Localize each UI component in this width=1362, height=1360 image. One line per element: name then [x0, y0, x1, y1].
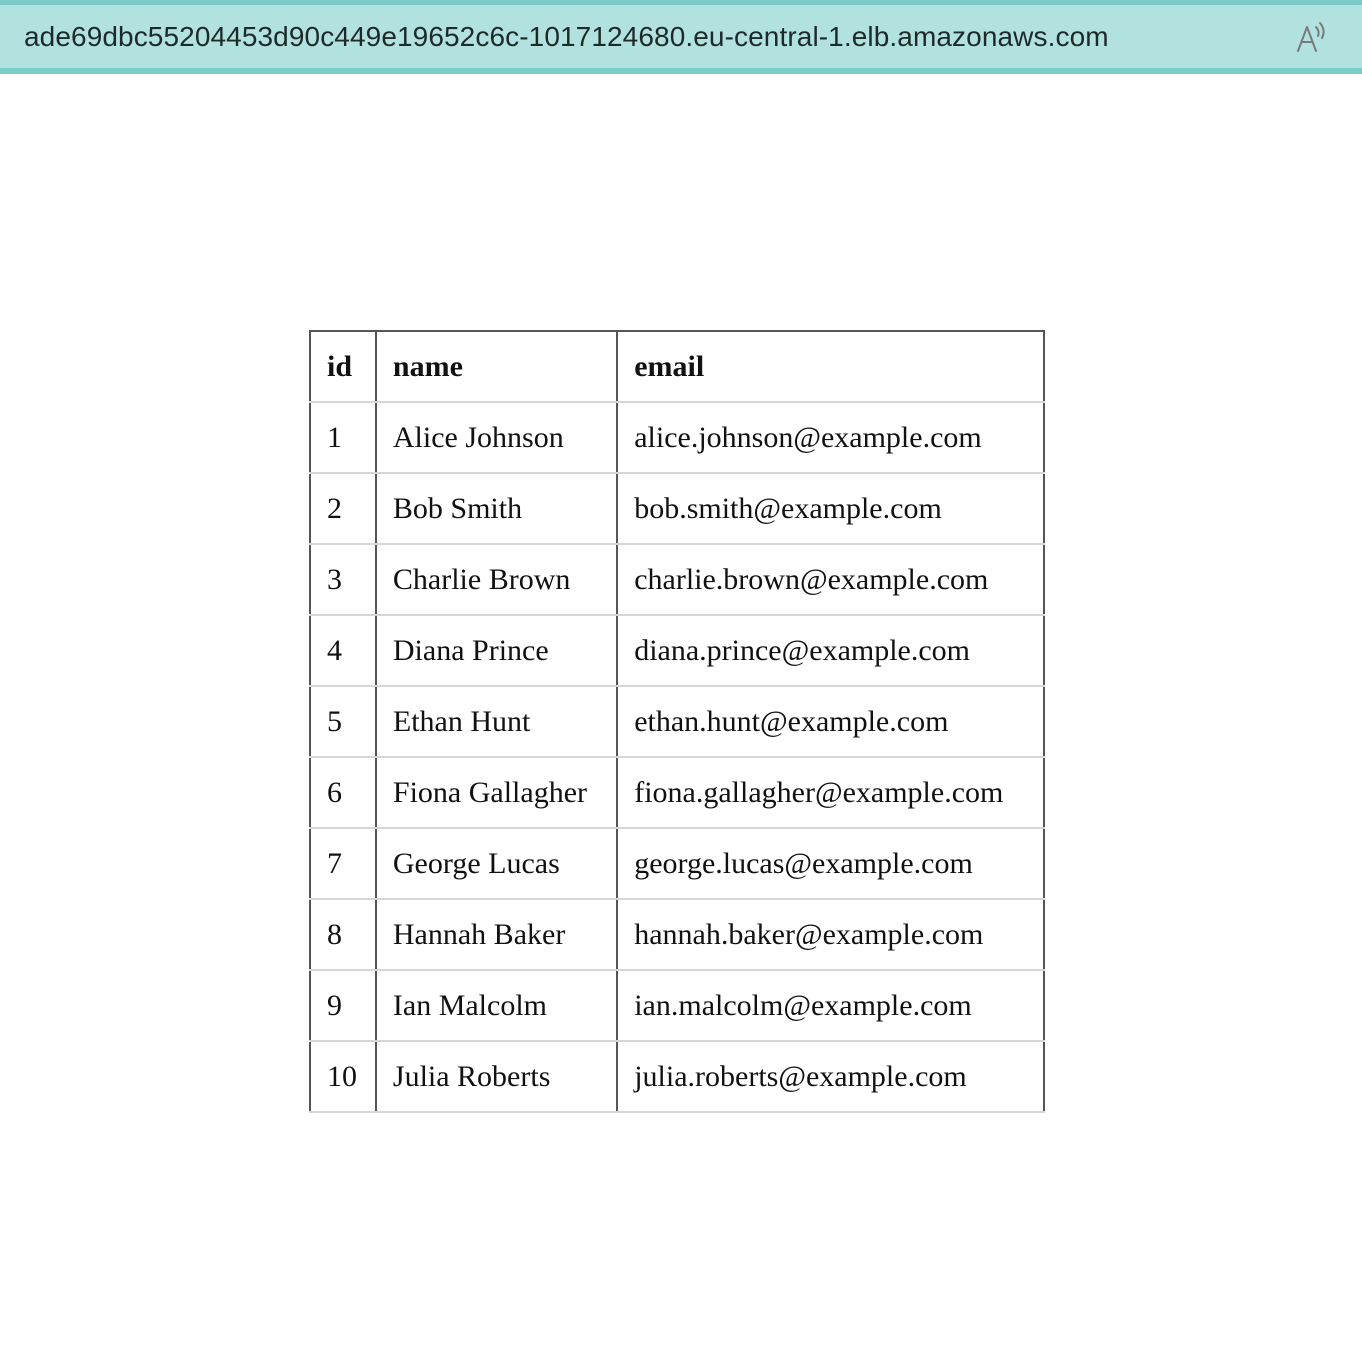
cell-email: hannah.baker@example.com	[616, 898, 1045, 971]
header-id: id	[309, 330, 377, 403]
table-row: 5 Ethan Hunt ethan.hunt@example.com	[309, 685, 1045, 758]
cell-email: george.lucas@example.com	[616, 827, 1045, 900]
table-body: 1 Alice Johnson alice.johnson@example.co…	[309, 401, 1045, 1113]
table-row: 4 Diana Prince diana.prince@example.com	[309, 614, 1045, 687]
address-bar[interactable]: ade69dbc55204453d90c449e19652c6c-1017124…	[0, 0, 1362, 74]
cell-email: fiona.gallagher@example.com	[616, 756, 1045, 829]
cell-id: 3	[309, 543, 377, 616]
header-name: name	[374, 330, 619, 403]
cell-email: diana.prince@example.com	[616, 614, 1045, 687]
table-row: 3 Charlie Brown charlie.brown@example.co…	[309, 543, 1045, 616]
cell-name: Julia Roberts	[374, 1040, 619, 1113]
cell-name: Hannah Baker	[374, 898, 619, 971]
cell-name: Ethan Hunt	[374, 685, 619, 758]
cell-id: 7	[309, 827, 377, 900]
cell-email: charlie.brown@example.com	[616, 543, 1045, 616]
cell-id: 6	[309, 756, 377, 829]
table-row: 7 George Lucas george.lucas@example.com	[309, 827, 1045, 900]
table-row: 1 Alice Johnson alice.johnson@example.co…	[309, 401, 1045, 474]
cell-id: 4	[309, 614, 377, 687]
url-text[interactable]: ade69dbc55204453d90c449e19652c6c-1017124…	[24, 21, 1109, 53]
table-row: 10 Julia Roberts julia.roberts@example.c…	[309, 1040, 1045, 1113]
cell-name: George Lucas	[374, 827, 619, 900]
cell-email: ethan.hunt@example.com	[616, 685, 1045, 758]
table-header-row: id name email	[309, 330, 1045, 403]
cell-name: Charlie Brown	[374, 543, 619, 616]
cell-id: 5	[309, 685, 377, 758]
users-table: id name email 1 Alice Johnson alice.john…	[309, 330, 1045, 1113]
cell-name: Alice Johnson	[374, 401, 619, 474]
cell-name: Diana Prince	[374, 614, 619, 687]
cell-name: Bob Smith	[374, 472, 619, 545]
read-aloud-icon[interactable]	[1294, 19, 1330, 55]
table-row: 2 Bob Smith bob.smith@example.com	[309, 472, 1045, 545]
cell-email: julia.roberts@example.com	[616, 1040, 1045, 1113]
table-row: 8 Hannah Baker hannah.baker@example.com	[309, 898, 1045, 971]
cell-id: 10	[309, 1040, 377, 1113]
table-row: 6 Fiona Gallagher fiona.gallagher@exampl…	[309, 756, 1045, 829]
table-row: 9 Ian Malcolm ian.malcolm@example.com	[309, 969, 1045, 1042]
header-email: email	[616, 330, 1045, 403]
cell-name: Fiona Gallagher	[374, 756, 619, 829]
cell-id: 2	[309, 472, 377, 545]
cell-id: 9	[309, 969, 377, 1042]
cell-id: 1	[309, 401, 377, 474]
cell-email: bob.smith@example.com	[616, 472, 1045, 545]
cell-email: alice.johnson@example.com	[616, 401, 1045, 474]
cell-id: 8	[309, 898, 377, 971]
cell-name: Ian Malcolm	[374, 969, 619, 1042]
cell-email: ian.malcolm@example.com	[616, 969, 1045, 1042]
